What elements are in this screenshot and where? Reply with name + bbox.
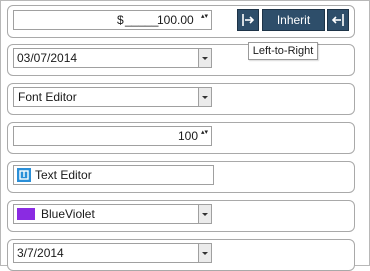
short-date-row: 3/7/2014 [7, 239, 355, 271]
short-date-dropdown-icon[interactable] [198, 244, 211, 262]
text-editor-row: Text Editor [7, 161, 355, 193]
font-dropdown-icon[interactable] [198, 88, 211, 106]
currency-symbol: $ [117, 13, 124, 27]
rtl-button[interactable] [327, 9, 349, 31]
arrow-left-to-bar-icon [331, 14, 344, 26]
font-row: Font Editor [7, 83, 355, 115]
color-swatch [17, 208, 35, 220]
short-date-picker[interactable]: 3/7/2014 [13, 243, 212, 263]
ltr-button[interactable] [237, 9, 259, 31]
font-editor-combo[interactable]: Font Editor [13, 87, 212, 107]
text-editor-icon [17, 168, 31, 182]
date-dropdown-icon[interactable] [198, 49, 211, 67]
numeric-input[interactable]: 100 ▴▾ [13, 126, 212, 146]
inherit-button[interactable]: Inherit [262, 9, 325, 31]
text-editor-field[interactable]: Text Editor [13, 165, 214, 185]
color-dropdown-icon[interactable] [198, 205, 211, 223]
short-date-value: 3/7/2014 [17, 246, 64, 260]
direction-tooltip: Left-to-Right [248, 42, 318, 60]
color-picker-combo[interactable]: BlueViolet [13, 204, 212, 224]
numeric-row: 100 ▴▾ [7, 122, 355, 154]
numeric-spin-icon[interactable]: ▴▾ [201, 129, 208, 143]
date-value: 03/07/2014 [17, 51, 78, 65]
date-picker[interactable]: 03/07/2014 [13, 48, 212, 68]
color-value: BlueViolet [41, 207, 95, 221]
currency-spin-icon[interactable]: ▴▾ [201, 13, 208, 27]
text-editor-value: Text Editor [35, 168, 92, 182]
font-editor-value: Font Editor [18, 90, 77, 104]
currency-input[interactable]: $ _____ 100.00 ▴▾ [13, 10, 212, 30]
numeric-value: 100 [178, 129, 199, 143]
currency-amount: 100.00 [157, 13, 194, 27]
currency-row: $ _____ 100.00 ▴▾ Inherit [7, 5, 355, 38]
color-row: BlueViolet [7, 200, 355, 232]
inherit-label: Inherit [276, 13, 311, 27]
arrow-right-to-bar-icon [242, 14, 255, 26]
currency-blank: _____ [125, 13, 159, 27]
